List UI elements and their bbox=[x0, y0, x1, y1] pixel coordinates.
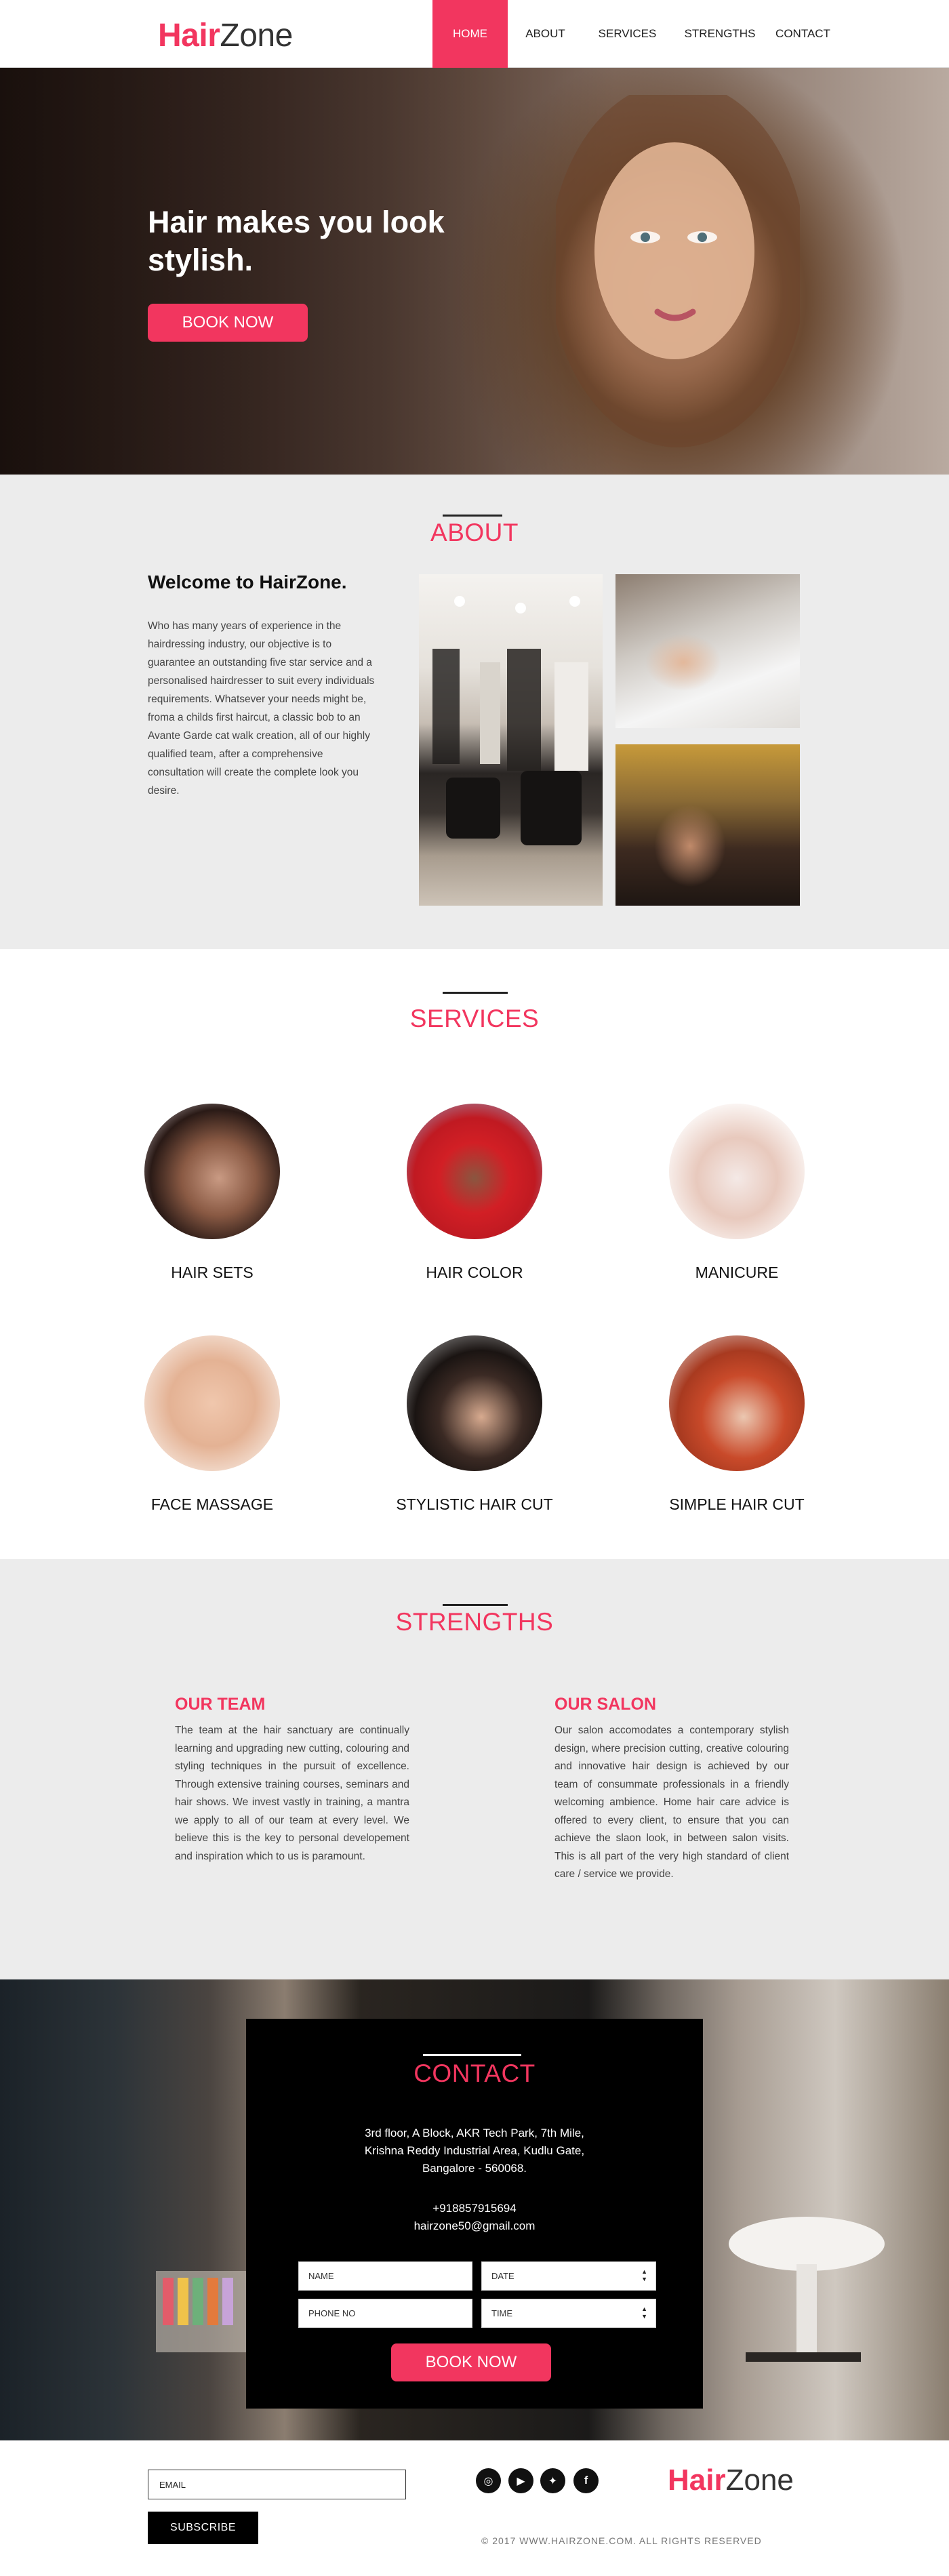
page: HairZone HOME ABOUT SERVICES STRENGTHS C… bbox=[0, 0, 949, 2576]
date-field-label: DATE bbox=[491, 2271, 514, 2281]
nav-item-contact[interactable]: CONTACT bbox=[768, 0, 838, 68]
hair-wash-photo bbox=[615, 574, 800, 728]
brand-logo[interactable]: HairZone bbox=[158, 17, 293, 54]
service-label-simple-hair-cut[interactable]: SIMPLE HAIR CUT bbox=[601, 1495, 872, 1514]
strengths-section: STRENGTHS OUR TEAM The team at the hair … bbox=[0, 1559, 949, 1979]
nav-item-about[interactable]: ABOUT bbox=[508, 0, 583, 68]
copyright-text: © 2017 WWW.HAIRZONE.COM. ALL RIGHTS RESE… bbox=[481, 2535, 762, 2546]
service-label-face-massage[interactable]: FACE MASSAGE bbox=[77, 1495, 348, 1514]
about-text: Who has many years of experience in the … bbox=[148, 620, 375, 797]
nav-item-home[interactable]: HOME bbox=[432, 0, 508, 68]
contact-book-now-button[interactable]: BOOK NOW bbox=[391, 2343, 551, 2381]
time-field[interactable]: TIME ▲ ▼ bbox=[481, 2299, 656, 2328]
manicure-image[interactable] bbox=[669, 1104, 805, 1239]
about-section: ABOUT Welcome to HairZone. Who has many … bbox=[0, 475, 949, 949]
footer-logo-zone-text: Zone bbox=[725, 2463, 794, 2497]
hero-title: Hair makes you look stylish. bbox=[148, 203, 487, 279]
contact-email[interactable]: hairzone50@gmail.com bbox=[246, 2217, 703, 2235]
services-title: SERVICES bbox=[409, 1005, 540, 1032]
address-line-1: 3rd floor, A Block, AKR Tech Park, 7th M… bbox=[365, 2127, 584, 2139]
salon-interior-photo bbox=[419, 574, 603, 906]
time-spinner-icon[interactable]: ▲ ▼ bbox=[641, 2306, 647, 2320]
footer bbox=[0, 2440, 949, 2576]
hero-banner: Hair makes you look stylish. BOOK NOW bbox=[0, 68, 949, 475]
face-massage-image[interactable] bbox=[144, 1335, 280, 1471]
service-label-manicure[interactable]: MANICURE bbox=[601, 1264, 872, 1282]
time-field-label: TIME bbox=[491, 2308, 513, 2318]
address-line-2: Krishna Reddy Industrial Area, Kudlu Gat… bbox=[364, 2144, 585, 2157]
simple-hair-cut-image[interactable] bbox=[669, 1335, 805, 1471]
address-line-3: Bangalore - 560068. bbox=[422, 2162, 527, 2175]
email-input[interactable]: EMAIL bbox=[148, 2470, 406, 2499]
service-label-hair-color[interactable]: HAIR COLOR bbox=[339, 1264, 610, 1282]
logo-hair-text: Hair bbox=[158, 18, 220, 54]
hero-model-photo bbox=[556, 95, 800, 447]
hero-title-line2: stylish. bbox=[148, 243, 254, 277]
hair-color-image[interactable] bbox=[407, 1104, 542, 1239]
services-section: SERVICES HAIR SETS HAIR COLOR MANICURE F… bbox=[0, 949, 949, 1559]
instagram-icon[interactable]: ◎ bbox=[476, 2468, 501, 2493]
contact-title: CONTACT bbox=[413, 2059, 536, 2087]
twitter-icon[interactable]: ✦ bbox=[540, 2468, 565, 2493]
top-nav: HairZone HOME ABOUT SERVICES STRENGTHS C… bbox=[0, 0, 949, 68]
hair-sets-image[interactable] bbox=[144, 1104, 280, 1239]
strengths-divider bbox=[443, 1604, 508, 1606]
nav-item-strengths[interactable]: STRENGTHS bbox=[672, 0, 768, 68]
our-salon-heading: OUR SALON bbox=[554, 1695, 656, 1714]
nav-item-services[interactable]: SERVICES bbox=[583, 0, 672, 68]
about-heading: Welcome to HairZone. bbox=[148, 571, 347, 592]
footer-brand-logo[interactable]: HairZone bbox=[668, 2463, 794, 2497]
stylistic-hair-cut-image[interactable] bbox=[407, 1335, 542, 1471]
contact-details: +918857915694 hairzone50@gmail.com bbox=[246, 2200, 703, 2235]
facebook-icon[interactable]: f bbox=[573, 2468, 599, 2493]
contact-phone[interactable]: +918857915694 bbox=[246, 2200, 703, 2217]
salon-interior-illustration bbox=[432, 596, 588, 845]
about-title: ABOUT bbox=[430, 519, 519, 546]
date-field[interactable]: DATE ▲ ▼ bbox=[481, 2261, 656, 2291]
our-salon-text: Our salon accomodates a contemporary sty… bbox=[554, 1725, 789, 1880]
haircut-photo bbox=[615, 744, 800, 906]
services-divider bbox=[443, 992, 508, 994]
our-team-heading: OUR TEAM bbox=[175, 1695, 266, 1714]
hero-title-line1: Hair makes you look bbox=[148, 205, 445, 239]
hero-book-now-button[interactable]: BOOK NOW bbox=[148, 304, 308, 342]
contact-address: 3rd floor, A Block, AKR Tech Park, 7th M… bbox=[246, 2125, 703, 2177]
strengths-title: STRENGTHS bbox=[395, 1608, 554, 1636]
nav-menu: HOME ABOUT SERVICES STRENGTHS CONTACT bbox=[432, 0, 838, 68]
service-label-stylistic-hair-cut[interactable]: STYLISTIC HAIR CUT bbox=[339, 1495, 610, 1514]
phone-field[interactable]: PHONE NO bbox=[298, 2299, 472, 2328]
our-team-text: The team at the hair sanctuary are conti… bbox=[175, 1725, 409, 1862]
date-spinner-icon[interactable]: ▲ ▼ bbox=[641, 2268, 647, 2283]
contact-divider bbox=[423, 2054, 521, 2056]
about-divider bbox=[443, 515, 502, 517]
name-field[interactable]: NAME bbox=[298, 2261, 472, 2291]
subscribe-button[interactable]: SUBSCRIBE bbox=[148, 2512, 258, 2544]
footer-logo-hair-text: Hair bbox=[668, 2463, 726, 2497]
service-label-hair-sets[interactable]: HAIR SETS bbox=[77, 1264, 348, 1282]
logo-zone-text: Zone bbox=[220, 18, 293, 54]
youtube-icon[interactable]: ▶ bbox=[508, 2468, 533, 2493]
